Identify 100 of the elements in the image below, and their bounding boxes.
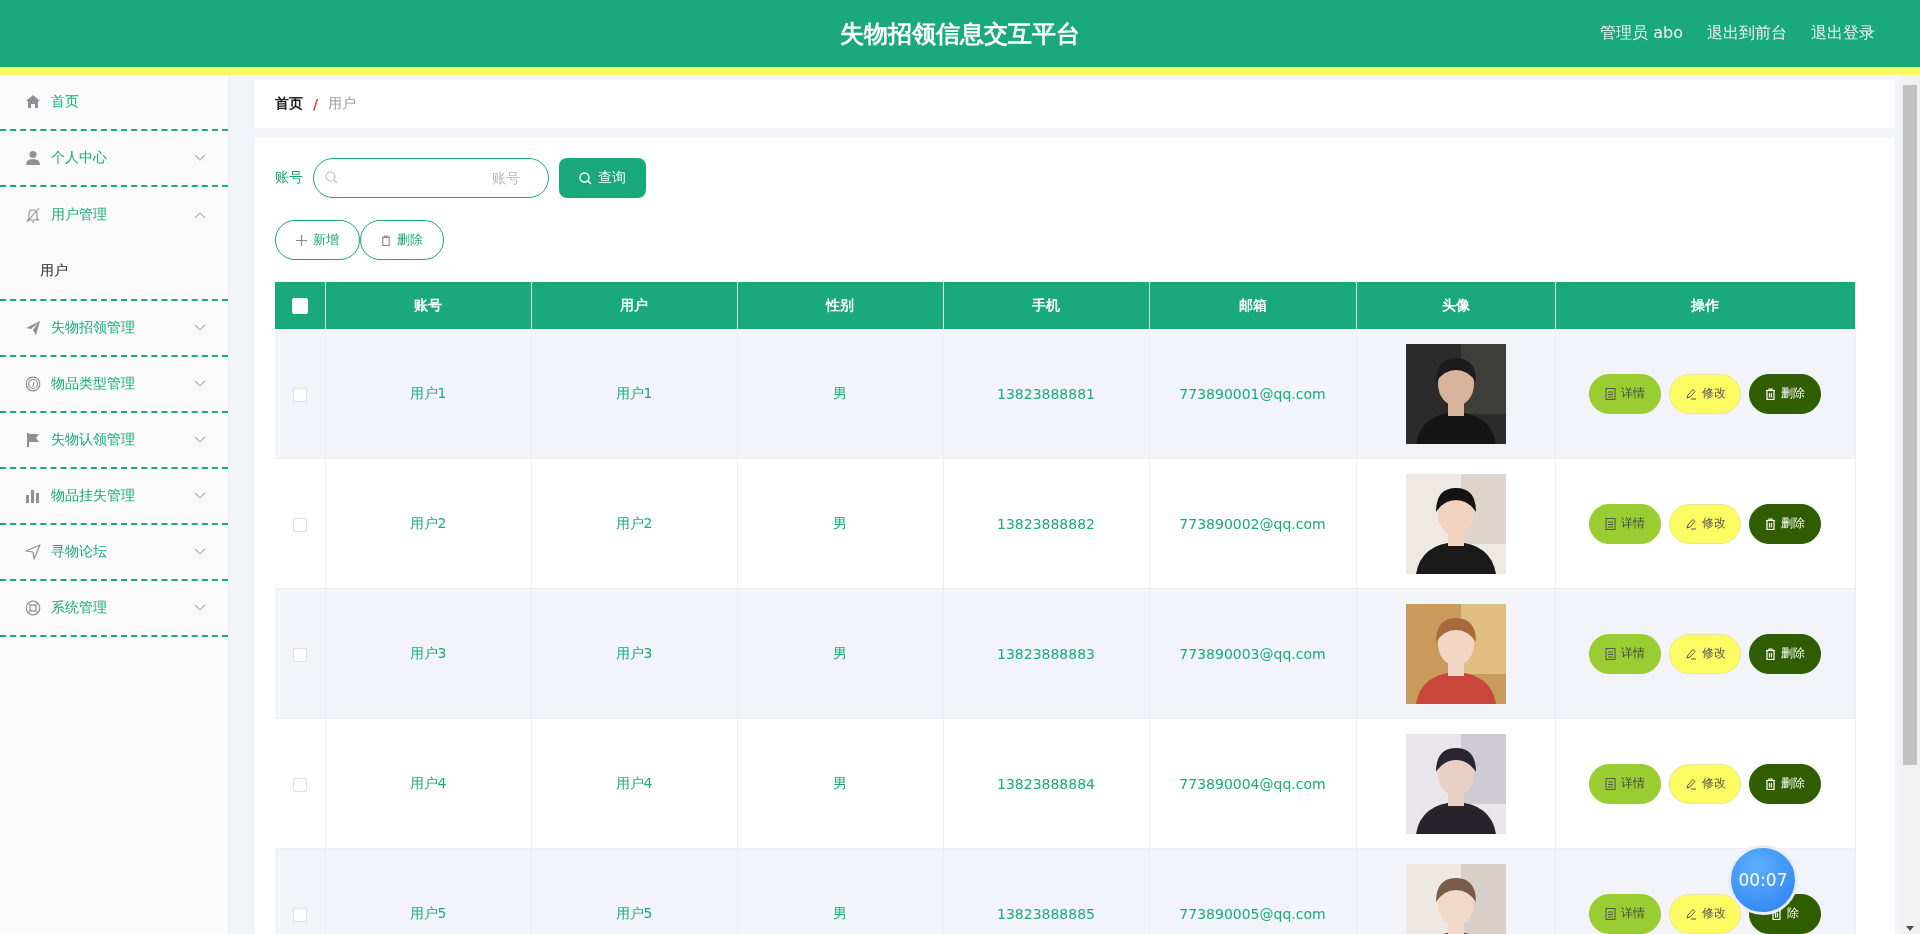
- delete-button[interactable]: 删除: [1749, 373, 1821, 414]
- table-cell: 13823888884: [997, 775, 1095, 792]
- column-header: 头像: [1441, 296, 1470, 313]
- trash-icon: [381, 234, 391, 246]
- pencil-icon: [1684, 647, 1697, 660]
- plus-icon: [296, 234, 307, 246]
- search-label: 账号: [275, 169, 303, 187]
- delete-button[interactable]: 删除: [360, 220, 444, 260]
- document-icon: [1605, 517, 1616, 530]
- column-header: 操作: [1691, 296, 1719, 313]
- search-icon: [325, 171, 338, 184]
- flag-icon: [25, 432, 41, 448]
- delete-button[interactable]: 删除: [1749, 633, 1821, 674]
- table-cell: 用户4: [409, 774, 447, 791]
- sidebar-item[interactable]: 物品类型管理: [25, 356, 228, 412]
- pencil-icon: [1684, 777, 1697, 790]
- table-cell: 773890003@qq.com: [1179, 645, 1326, 662]
- add-button[interactable]: 新增: [275, 220, 360, 260]
- edit-button[interactable]: 修改: [1669, 763, 1741, 804]
- table-cell: 男: [833, 904, 847, 921]
- gauge-icon: [25, 376, 41, 392]
- row-checkbox[interactable]: [292, 907, 307, 922]
- table-cell: 13823888881: [997, 385, 1095, 402]
- edit-button[interactable]: 修改: [1669, 893, 1741, 934]
- table-cell: 773890004@qq.com: [1179, 775, 1326, 792]
- table-cell: 773890002@qq.com: [1179, 515, 1326, 532]
- table-cell: 用户2: [409, 514, 447, 531]
- row-checkbox[interactable]: [292, 517, 307, 532]
- document-icon: [1605, 777, 1616, 790]
- search-field[interactable]: 账号: [313, 158, 549, 198]
- row-checkbox[interactable]: [292, 647, 307, 662]
- pencil-icon: [1684, 387, 1697, 400]
- column-header: 性别: [826, 296, 854, 313]
- delete-button[interactable]: 删除: [1749, 763, 1821, 804]
- row-checkbox[interactable]: [292, 777, 307, 792]
- trash-icon: [1765, 647, 1776, 660]
- detail-button[interactable]: 详情: [1589, 373, 1661, 414]
- column-header: 用户: [620, 296, 648, 313]
- table-cell: 用户3: [409, 644, 447, 661]
- table-cell: 男: [833, 644, 847, 661]
- table-cell: 用户2: [615, 514, 653, 531]
- sidebar-item[interactable]: 用户管理: [0, 187, 228, 243]
- edit-button[interactable]: 修改: [1669, 633, 1741, 674]
- table-cell: 用户5: [409, 904, 447, 921]
- document-icon: [1605, 907, 1616, 920]
- table-cell: 用户1: [409, 384, 447, 401]
- table-cell: 用户1: [615, 384, 653, 401]
- pencil-icon: [1684, 907, 1697, 920]
- detail-button[interactable]: 详情: [1589, 633, 1661, 674]
- bar-chart-icon: [25, 488, 41, 504]
- chevron-icon: [194, 324, 206, 332]
- sidebar-subitem[interactable]: 用户: [40, 262, 68, 280]
- column-header: 账号: [414, 296, 442, 313]
- table-cell: 用户4: [615, 774, 653, 791]
- search-icon: [579, 171, 592, 185]
- breadcrumb-item: 用户: [328, 95, 357, 113]
- sidebar-item[interactable]: 个人中心: [25, 130, 228, 186]
- sidebar-item[interactable]: 系统管理: [25, 580, 228, 636]
- chevron-icon: [194, 548, 206, 556]
- pencil-icon: [1684, 517, 1697, 530]
- table-cell: 男: [833, 384, 847, 401]
- sidebar-item[interactable]: 失物招领管理: [25, 300, 228, 356]
- user-icon: [25, 150, 41, 166]
- sidebar-item[interactable]: 物品挂失管理: [25, 468, 228, 524]
- home-icon: [25, 94, 41, 110]
- sidebar-item[interactable]: 寻物论坛: [25, 524, 228, 580]
- detail-button[interactable]: 详情: [1589, 503, 1661, 544]
- select-all-checkbox[interactable]: [291, 298, 308, 314]
- delete-button[interactable]: 删除: [1749, 503, 1821, 544]
- edit-button[interactable]: 修改: [1669, 373, 1741, 414]
- column-header: 手机: [1032, 296, 1060, 313]
- table-cell: 用户3: [615, 644, 653, 661]
- chevron-icon: [194, 436, 206, 444]
- trash-icon: [1765, 517, 1776, 530]
- table-cell: 男: [833, 514, 847, 531]
- edit-button[interactable]: 修改: [1669, 503, 1741, 544]
- navigation-icon: [25, 544, 41, 560]
- table-cell: 773890005@qq.com: [1179, 905, 1326, 922]
- chevron-icon: [194, 211, 206, 219]
- chevron-icon: [194, 492, 206, 500]
- bell-off-icon: [25, 207, 41, 223]
- row-checkbox[interactable]: [292, 387, 307, 402]
- trash-icon: [1765, 777, 1776, 790]
- table-cell: 773890001@qq.com: [1179, 385, 1326, 402]
- detail-button[interactable]: 详情: [1589, 763, 1661, 804]
- breadcrumb-item[interactable]: 首页: [275, 95, 303, 113]
- column-header: 邮箱: [1238, 296, 1267, 313]
- detail-button[interactable]: 详情: [1589, 893, 1661, 934]
- table-cell: 用户5: [615, 904, 653, 921]
- table-cell: 13823888883: [997, 645, 1095, 662]
- table-cell: 13823888885: [997, 905, 1095, 922]
- search-button[interactable]: 查询: [559, 158, 646, 198]
- lifebuoy-icon: [25, 600, 41, 616]
- trash-icon: [1765, 387, 1776, 400]
- breadcrumb-separator: /: [313, 96, 319, 112]
- sidebar-item[interactable]: 失物认领管理: [25, 412, 228, 468]
- site-title: 失物招领信息交互平台: [840, 19, 1080, 48]
- sidebar-item[interactable]: 首页: [25, 74, 228, 130]
- table-cell: 13823888882: [997, 515, 1095, 532]
- scrollbar[interactable]: [1900, 75, 1920, 934]
